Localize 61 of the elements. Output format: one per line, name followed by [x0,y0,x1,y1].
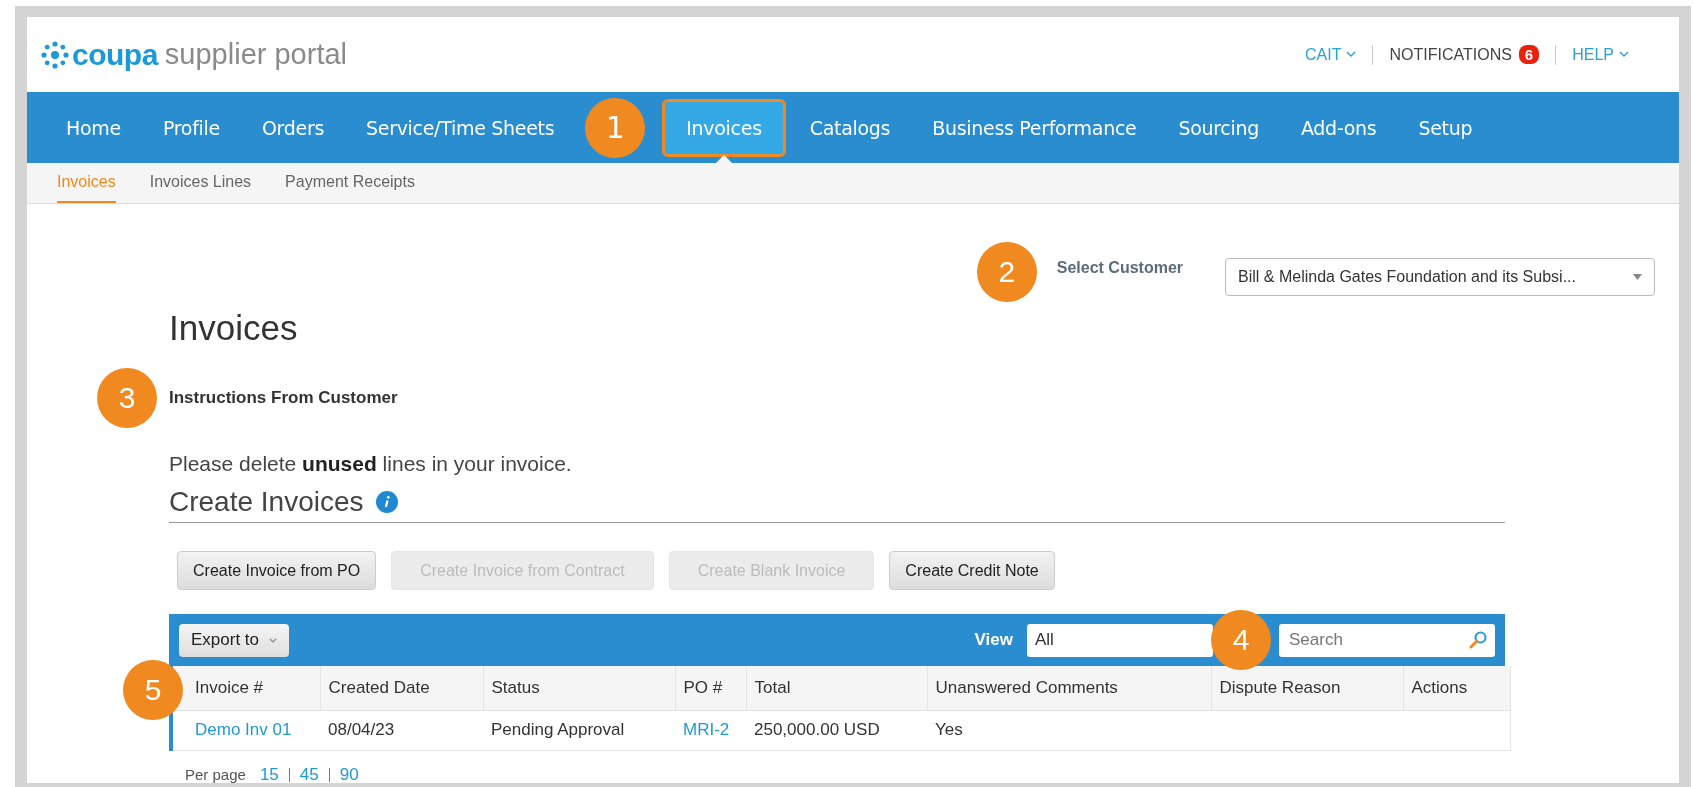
export-button[interactable]: Export to [179,623,290,657]
nav-tab[interactable]: Service/Time Sheets [345,103,576,152]
callout-marker: 4 [1211,610,1271,670]
create-button[interactable]: Create Credit Note [889,551,1055,590]
sub-tab[interactable]: Payment Receipts [285,163,415,203]
table-cell: Yes [935,720,963,739]
chevron-icon [1346,51,1357,58]
page-title: Invoices [169,308,299,348]
callout-marker: 1 [585,97,646,158]
per-page-label: Per page [185,766,246,783]
notification-count: 6 [1518,45,1540,64]
instructions-heading: Instructions From Customer [169,388,398,407]
sub-tab[interactable]: Invoices Lines [149,163,252,203]
table-cell: 08/04/23 [328,720,395,739]
page-size-link[interactable]: 45 [299,764,319,785]
section-title: Create Invoices [169,486,364,518]
chevron-icon [269,637,278,643]
column-header[interactable]: Created Date [320,666,483,710]
select-customer-label: Select Customer [1056,259,1183,277]
column-header[interactable]: Actions [1403,666,1510,710]
nav-tab[interactable]: Sourcing [1157,103,1280,152]
instructions-text: Please delete unused lines in your invoice. [169,452,573,476]
customer-dropdown[interactable]: Bill & Melinda Gates Foundation and its Subsi... [1225,258,1655,296]
dropdown-arrow-icon [1633,274,1642,280]
user-menu-link[interactable]: CAIT [1305,45,1357,64]
column-header[interactable]: Invoice # [173,666,320,710]
view-dropdown[interactable]: All [1027,623,1213,657]
nav-tab[interactable]: Profile [141,103,241,152]
sub-tab[interactable]: Invoices [57,163,116,203]
logo-brand: coupa [72,37,158,72]
table-cell: Pending Approval [491,720,625,739]
column-header[interactable]: Unanswered Comments [927,666,1211,710]
chevron-icon [1619,51,1629,58]
callout-marker: 3 [97,368,157,428]
nav-tab[interactable]: Home [45,103,142,152]
table-link[interactable]: Demo Inv 01 [195,720,292,739]
table-link[interactable]: MRI-2 [683,720,730,739]
view-label: View [974,630,1013,650]
search-icon [1468,629,1488,650]
search-field[interactable]: Search [1279,623,1495,657]
nav-tab[interactable]: Catalogs [788,103,912,152]
logo-product: supplier portal [164,38,347,71]
nav-tab[interactable]: Invoices [662,98,786,157]
column-header[interactable]: Status [483,666,675,710]
logo-icon [40,39,70,70]
page-size-link[interactable]: 15 [259,764,279,785]
callout-marker: 5 [123,660,183,720]
column-header[interactable]: Dispute Reason [1211,666,1403,710]
notifications-link[interactable]: NOTIFICATIONS [1389,45,1512,64]
nav-tab[interactable]: Setup [1397,103,1494,152]
user-menu-link[interactable]: HELP [1572,45,1629,64]
info-icon [375,491,398,513]
nav-tab[interactable]: Add-ons [1280,103,1398,152]
callout-marker: 2 [976,242,1037,302]
table-cell: 250,000.00 USD [754,720,880,739]
page-size-link[interactable]: 90 [339,764,359,785]
column-header[interactable]: PO # [675,666,746,710]
nav-tab[interactable]: Orders [240,103,345,152]
column-header[interactable]: Total [746,666,927,710]
nav-tab[interactable]: Business Performance [911,103,1158,152]
create-button[interactable]: Create Invoice from PO [177,551,377,590]
